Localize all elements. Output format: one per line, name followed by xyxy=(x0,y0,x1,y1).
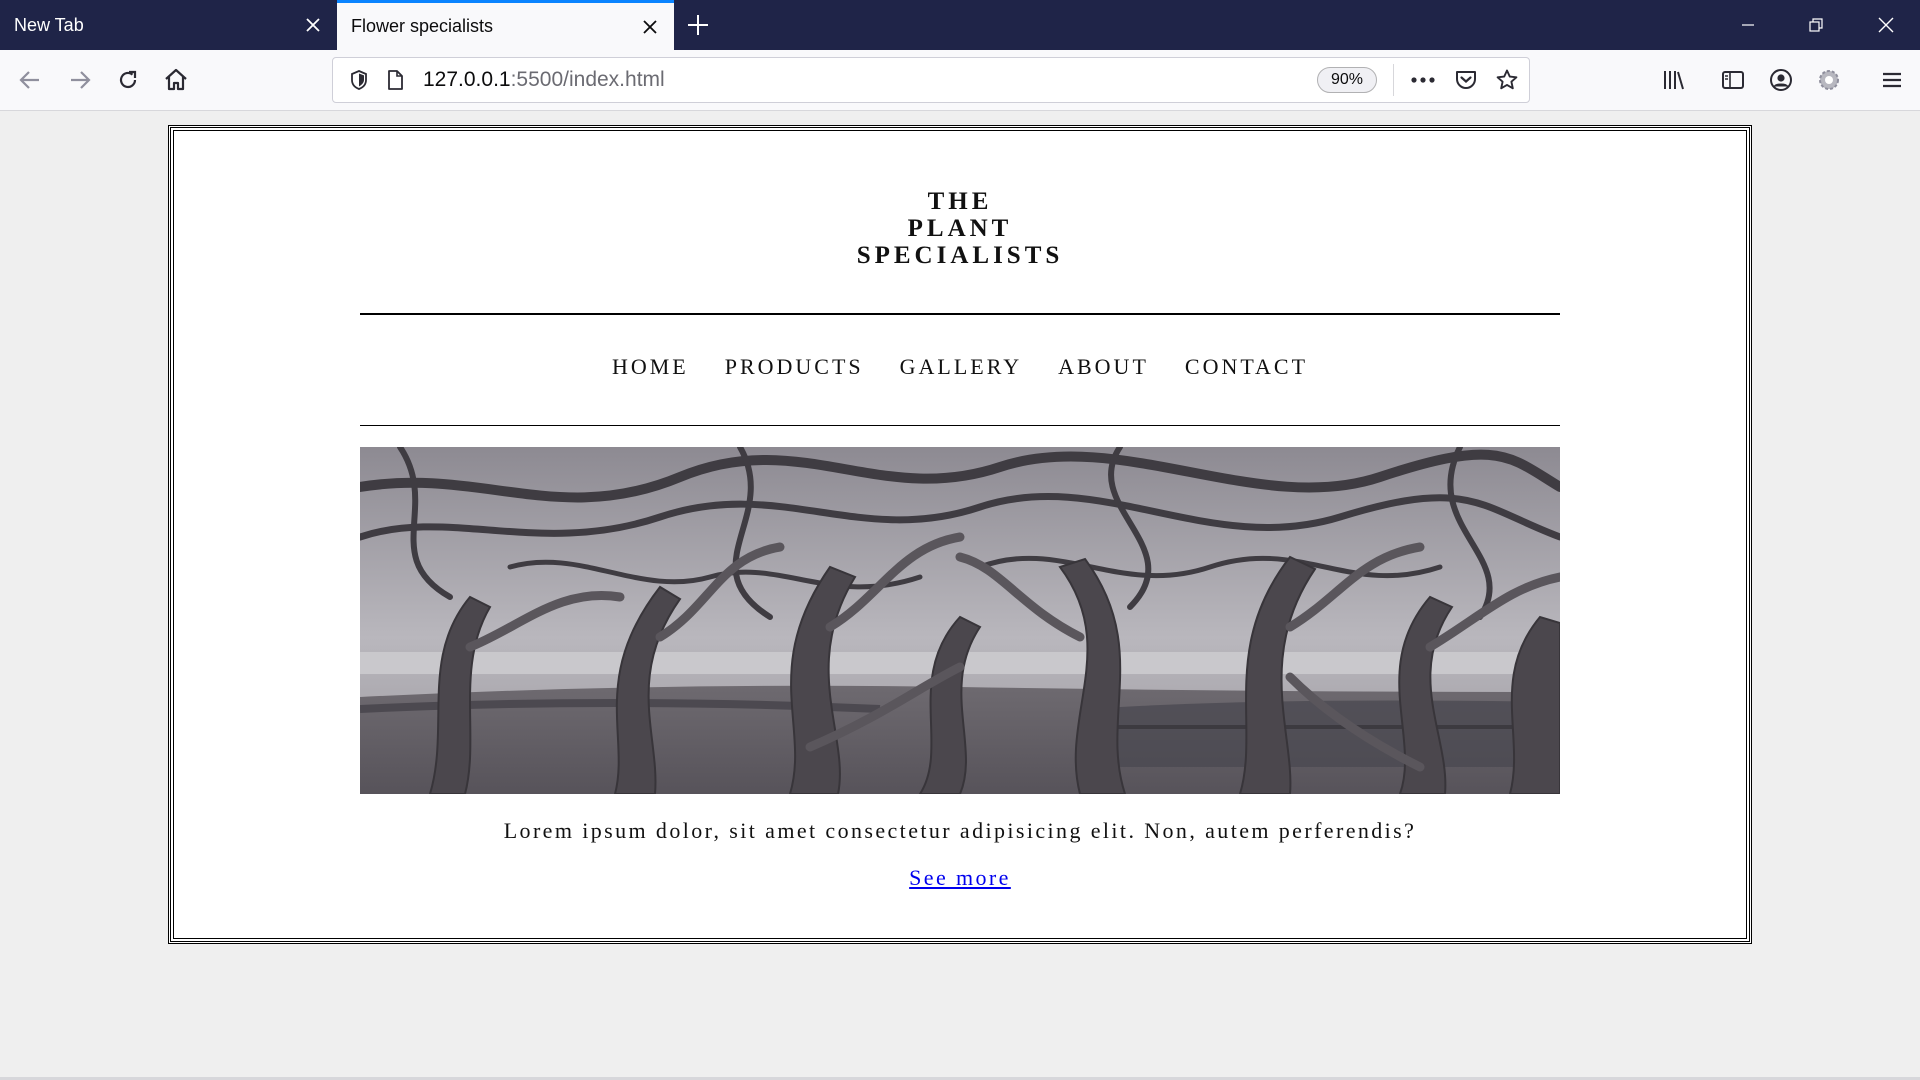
reload-icon xyxy=(119,70,137,89)
url-separator xyxy=(1393,64,1394,96)
minimize-icon xyxy=(1742,24,1754,26)
hero-caption: Lorem ipsum dolor, sit amet consectetur … xyxy=(503,818,1417,843)
tab-title: New Tab xyxy=(14,14,84,35)
url-host: 127.0.0.1 xyxy=(423,68,511,91)
pocket-icon[interactable] xyxy=(1450,64,1482,96)
home-button[interactable] xyxy=(156,60,196,100)
nav-item-contact[interactable]: CONTACT xyxy=(1185,354,1308,380)
home-icon xyxy=(165,68,187,91)
shield-icon[interactable] xyxy=(343,64,375,96)
tab-new-tab[interactable]: New Tab xyxy=(0,0,337,50)
library-icon xyxy=(1664,71,1684,90)
page-icon[interactable] xyxy=(379,64,411,96)
bookmark-star-icon[interactable] xyxy=(1491,64,1523,96)
menu-button[interactable] xyxy=(1872,60,1912,100)
page-actions-icon[interactable] xyxy=(1407,64,1439,96)
arrow-left-icon xyxy=(19,71,39,89)
close-tab-icon[interactable] xyxy=(301,13,325,37)
sidebar-icon xyxy=(1722,71,1744,89)
account-button[interactable] xyxy=(1761,60,1801,100)
hero-image xyxy=(360,447,1560,794)
logo-line: SPECIALISTS xyxy=(856,242,1064,269)
url-bar[interactable]: 127.0.0.1:5500/index.html 90% xyxy=(332,57,1530,103)
close-window-button[interactable] xyxy=(1852,0,1920,50)
see-more-link[interactable]: See more xyxy=(909,865,1011,890)
url-text[interactable]: 127.0.0.1:5500/index.html xyxy=(423,58,665,102)
logo-line: PLANT xyxy=(907,215,1013,242)
forward-button[interactable] xyxy=(60,60,100,100)
nav-item-products[interactable]: PRODUCTS xyxy=(725,354,864,380)
logo-line: THE xyxy=(927,188,993,215)
page-frame: THE PLANT SPECIALISTS HOME PRODUCTS GALL… xyxy=(168,125,1752,944)
restore-icon xyxy=(1809,18,1823,32)
nav-item-about[interactable]: ABOUT xyxy=(1058,354,1149,380)
url-path: :5500/index.html xyxy=(510,68,665,91)
site-logo[interactable]: THE PLANT SPECIALISTS xyxy=(171,188,1749,269)
twisted-trees-photo xyxy=(360,447,1560,794)
new-tab-button[interactable] xyxy=(680,8,716,42)
restore-button[interactable] xyxy=(1782,0,1850,50)
extension-gear-icon xyxy=(1819,70,1839,90)
account-icon xyxy=(1770,69,1792,91)
nav-item-home[interactable]: HOME xyxy=(612,354,689,380)
minimize-button[interactable] xyxy=(1714,0,1782,50)
main-navigation: HOME PRODUCTS GALLERY ABOUT CONTACT xyxy=(171,354,1749,380)
hamburger-menu-icon xyxy=(1883,72,1901,88)
zoom-indicator[interactable]: 90% xyxy=(1317,67,1377,93)
extension-button[interactable] xyxy=(1809,60,1849,100)
tab-strip: New Tab Flower specialists xyxy=(0,0,1920,50)
plus-icon xyxy=(688,15,708,35)
close-icon xyxy=(1878,17,1894,33)
back-button[interactable] xyxy=(10,60,50,100)
arrow-right-icon xyxy=(71,71,91,89)
tab-flower-specialists[interactable]: Flower specialists xyxy=(337,0,674,50)
see-more-container: See more xyxy=(171,865,1749,891)
nav-divider xyxy=(360,425,1560,426)
reload-button[interactable] xyxy=(108,60,148,100)
tab-title: Flower specialists xyxy=(351,16,494,36)
sidebar-button[interactable] xyxy=(1713,60,1753,100)
nav-item-gallery[interactable]: GALLERY xyxy=(900,354,1022,380)
header-divider xyxy=(360,313,1560,315)
close-tab-icon[interactable] xyxy=(638,15,662,39)
library-button[interactable] xyxy=(1654,60,1694,100)
